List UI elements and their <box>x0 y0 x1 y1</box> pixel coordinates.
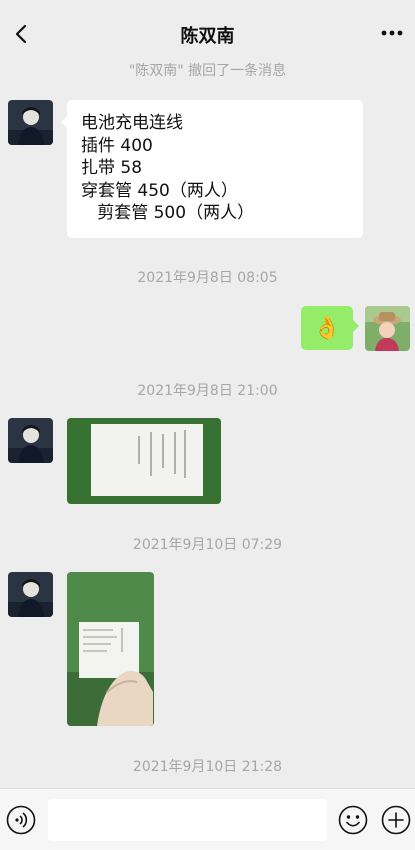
timestamp: 2021年9月8日 21:00 <box>137 383 278 399</box>
contact-avatar[interactable] <box>8 572 53 617</box>
timestamp: 2021年9月8日 08:05 <box>137 270 278 286</box>
chat-header: 陈双南 <box>0 0 415 68</box>
message-line: 穿套管 450（两人） <box>81 180 238 201</box>
image-message[interactable] <box>67 572 154 726</box>
note-photo <box>67 572 154 726</box>
message-input[interactable] <box>48 799 327 841</box>
avatar-image <box>8 418 53 463</box>
input-bar <box>0 788 415 850</box>
recall-notice: "陈双南" 撤回了一条消息 <box>128 63 287 79</box>
emoji-icon <box>338 805 368 835</box>
timestamp: 2021年9月10日 07:29 <box>132 537 283 553</box>
avatar-image <box>8 100 53 145</box>
message-line: 电池充电连线 <box>81 113 183 133</box>
voice-button[interactable] <box>6 805 36 835</box>
voice-icon <box>6 805 36 835</box>
avatar-image <box>8 572 53 617</box>
message-line: 插件 400 <box>81 135 153 156</box>
contact-avatar[interactable] <box>8 418 53 463</box>
image-message[interactable] <box>67 418 221 504</box>
emoji-message-bubble[interactable]: 👌 <box>301 306 359 350</box>
more-button[interactable] <box>379 22 405 44</box>
text-message-bubble[interactable]: 电池充电连线 插件 400 扎带 58 穿套管 450（两人） 剪套管 500（… <box>61 100 363 238</box>
timestamp: 2021年9月10日 21:28 <box>132 759 283 775</box>
note-photo <box>67 418 221 504</box>
message-line: 扎带 58 <box>81 158 143 178</box>
avatar-image <box>365 306 410 351</box>
ok-hand-emoji: 👌 <box>313 315 341 341</box>
chat-title: 陈双南 <box>180 26 235 47</box>
more-functions-button[interactable] <box>381 805 411 835</box>
more-dots-icon <box>381 30 403 36</box>
contact-avatar[interactable] <box>8 100 53 145</box>
my-avatar[interactable] <box>365 306 410 351</box>
emoji-button[interactable] <box>338 805 368 835</box>
message-line: 剪套管 500（两人） <box>81 203 255 223</box>
plus-icon <box>381 805 411 835</box>
